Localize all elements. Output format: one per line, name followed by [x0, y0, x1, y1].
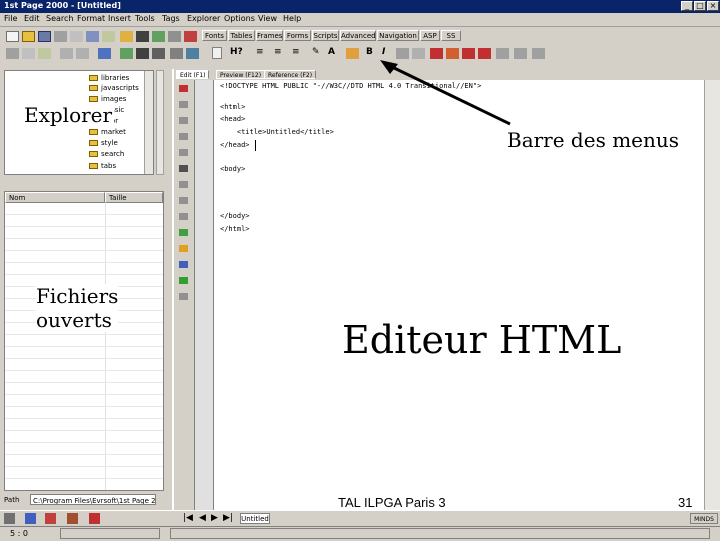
annotation-arrow [380, 60, 511, 126]
arrow-line [389, 64, 511, 126]
arrow-head [380, 60, 398, 74]
